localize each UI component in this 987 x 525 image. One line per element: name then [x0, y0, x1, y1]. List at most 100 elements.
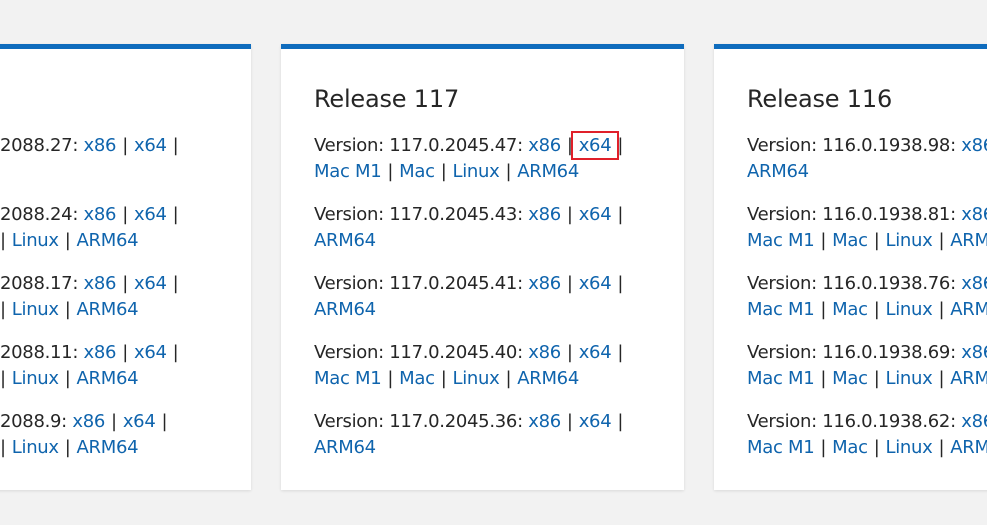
x86-link[interactable]: x86 [528, 411, 561, 432]
x86-link[interactable]: x86 [961, 411, 987, 432]
version-label: Version: 116.0.1938.76: [747, 273, 956, 294]
separator: | [161, 411, 168, 432]
x64-link[interactable]: x64 [579, 273, 612, 294]
x64-link[interactable]: x64 [134, 204, 167, 225]
linux-link[interactable]: Linux [12, 230, 59, 251]
separator: | [873, 437, 880, 458]
separator: | [617, 411, 624, 432]
version-entry: Version: 116.0.1938.76: x86| Mac M1|Mac|… [747, 271, 987, 323]
arm64-link[interactable]: ARM6 [950, 299, 987, 320]
x86-link[interactable]: x86 [528, 273, 561, 294]
arm64-link[interactable]: ARM6 [950, 437, 987, 458]
arm64-link[interactable]: ARM64 [314, 299, 376, 320]
version-entry: 2088.11: x86 | x64 | | Linux | ARM64 [0, 340, 251, 392]
version-entry: Version: 117.0.2045.40: x86 | x64 | Mac M1 |… [314, 340, 684, 392]
mac-m1-link[interactable]: Mac M1 [747, 230, 815, 251]
mac-link[interactable]: Mac [832, 230, 868, 251]
separator: | [505, 161, 512, 182]
version-entry: Version: 117.0.2045.43: x86 | x64 | ARM64 [314, 202, 684, 254]
linux-link[interactable]: Linux [12, 368, 59, 389]
x86-link[interactable]: x86 [961, 204, 987, 225]
separator: | [387, 161, 394, 182]
separator: | [505, 368, 512, 389]
linux-link[interactable]: Linux [12, 299, 59, 320]
linux-link[interactable]: Linux [885, 368, 932, 389]
arm64-link[interactable]: ARM64 [517, 161, 579, 182]
mac-link[interactable]: Mac [832, 437, 868, 458]
version-label: Version: 117.0.2045.41: [314, 273, 523, 294]
x86-link[interactable]: x86 [961, 135, 987, 156]
x86-link[interactable]: x86 [84, 273, 117, 294]
separator: | [122, 135, 128, 156]
x64-link[interactable]: x64 [579, 411, 612, 432]
version-label: 2088.17: [0, 273, 79, 294]
arm64-link[interactable]: ARM64 [314, 230, 376, 251]
release-card-117: Release 117 Version: 117.0.2045.47: x86 |… [281, 44, 684, 490]
x64-link[interactable]: x64 [579, 342, 612, 363]
mac-m1-link[interactable]: Mac M1 [747, 368, 815, 389]
x64-link[interactable]: x64 [134, 135, 167, 156]
linux-link[interactable]: Linux [452, 368, 499, 389]
version-entry: 2088.9: x86 | x64 | | Linux | ARM64 [0, 409, 251, 461]
version-label: 2088.27: [0, 135, 79, 156]
separator: | [387, 368, 394, 389]
x86-link[interactable]: x86 [528, 342, 561, 363]
linux-link[interactable]: Linux [885, 230, 932, 251]
separator: | [111, 411, 117, 432]
version-label: 2088.24: [0, 204, 79, 225]
mac-m1-link[interactable]: Mac M1 [747, 299, 815, 320]
arm64-link[interactable]: ARM64 [77, 230, 139, 251]
version-entry: 2088.24: x86 | x64 | | Linux | ARM64 [0, 202, 251, 254]
separator: | [617, 342, 624, 363]
separator: | [617, 204, 624, 225]
mac-link[interactable]: Mac [399, 368, 435, 389]
x86-link[interactable]: x86 [84, 342, 117, 363]
release-card-left: 2088.27: x86 | x64 | 2088.24: x86 | x64 | | Lin… [0, 44, 251, 490]
mac-link[interactable]: Mac [832, 299, 868, 320]
x86-link[interactable]: x86 [72, 411, 105, 432]
arm64-link[interactable]: ARM64 [314, 437, 376, 458]
mac-m1-link[interactable]: Mac M1 [314, 368, 382, 389]
x86-link[interactable]: x86 [84, 204, 117, 225]
arm64-link[interactable]: ARM6 [950, 368, 987, 389]
arm64-link[interactable]: ARM6 [950, 230, 987, 251]
separator: | [64, 230, 71, 251]
separator: | [617, 135, 624, 156]
version-entry: Version: 116.0.1938.62: x86| Mac M1|Mac|… [747, 409, 987, 461]
separator: | [440, 161, 447, 182]
x86-link[interactable]: x86 [961, 342, 987, 363]
separator: | [938, 230, 945, 251]
x86-link[interactable]: x86 [84, 135, 117, 156]
separator: | [64, 437, 71, 458]
x86-link[interactable]: x86 [528, 204, 561, 225]
mac-m1-link[interactable]: Mac M1 [747, 437, 815, 458]
x64-link[interactable]: x64 [123, 411, 156, 432]
arm64-link[interactable]: ARM64 [77, 437, 139, 458]
x64-link[interactable]: x64 [134, 342, 167, 363]
version-label: Version: 117.0.2045.40: [314, 342, 523, 363]
x86-link[interactable]: x86 [961, 273, 987, 294]
mac-m1-link[interactable]: Mac M1 [314, 161, 382, 182]
version-entry: Version: 116.0.1938.81: x86| Mac M1|Mac|… [747, 202, 987, 254]
arm64-link[interactable]: ARM64 [77, 299, 139, 320]
x64-link[interactable]: x64 [134, 273, 167, 294]
linux-link[interactable]: Linux [885, 299, 932, 320]
version-label: Version: 116.0.1938.62: [747, 411, 956, 432]
version-entry: 2088.17: x86 | x64 | | Linux | ARM64 [0, 271, 251, 323]
version-label: Version: 117.0.2045.47: [314, 135, 523, 156]
separator: | [820, 368, 827, 389]
separator: | [122, 273, 128, 294]
arm64-link[interactable]: ARM64 [77, 368, 139, 389]
linux-link[interactable]: Linux [12, 437, 59, 458]
release-title: Release 116 [747, 85, 893, 113]
arm64-link[interactable]: ARM64 [747, 161, 809, 182]
linux-link[interactable]: Linux [452, 161, 499, 182]
mac-link[interactable]: Mac [832, 368, 868, 389]
separator: | [0, 368, 6, 389]
arm64-link[interactable]: ARM64 [517, 368, 579, 389]
x64-link[interactable]: x64 [579, 204, 612, 225]
version-label: Version: 117.0.2045.36: [314, 411, 523, 432]
mac-link[interactable]: Mac [399, 161, 435, 182]
x86-link[interactable]: x86 [528, 135, 561, 156]
linux-link[interactable]: Linux [885, 437, 932, 458]
